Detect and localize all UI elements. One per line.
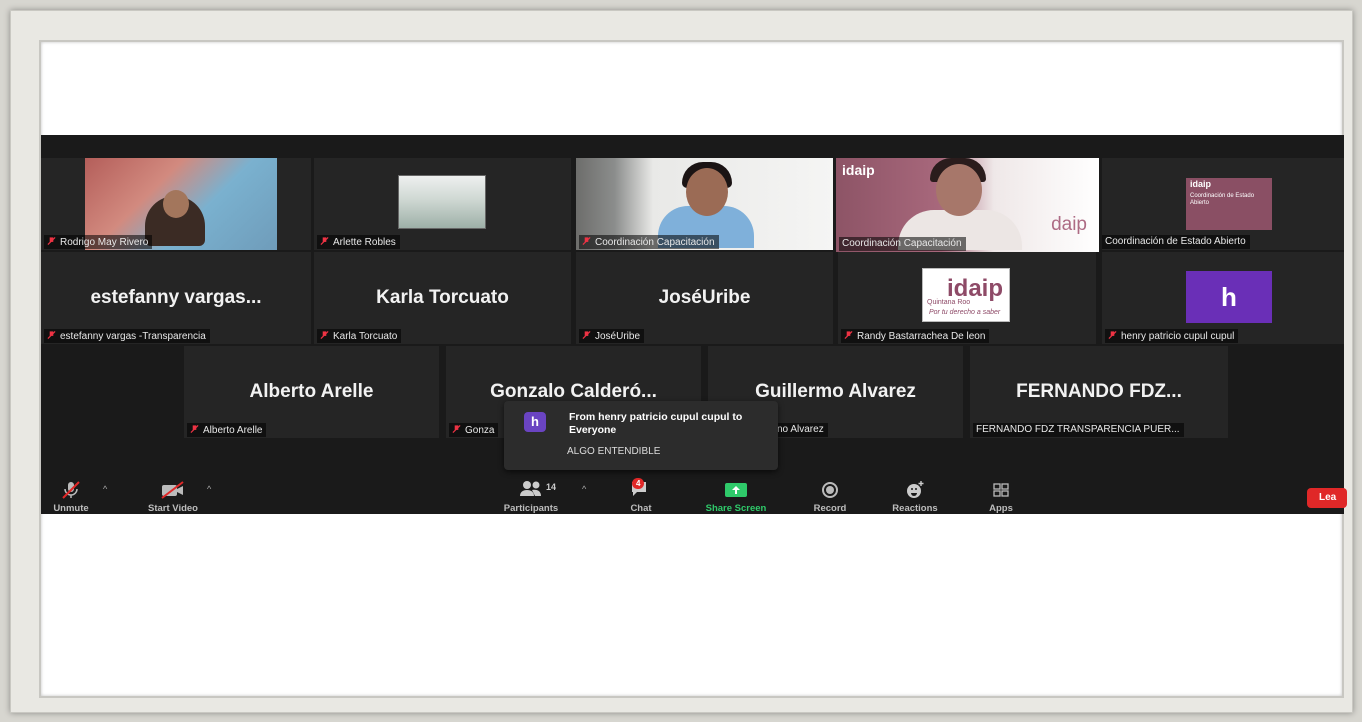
- idaip-logo: idaip: [842, 162, 875, 178]
- participant-display-name: estefanny vargas...: [90, 287, 262, 308]
- muted-mic-icon: [1108, 330, 1117, 340]
- participant-name-label: JoséUribe: [579, 329, 645, 343]
- participant-display-name: Karla Torcuato: [376, 287, 509, 308]
- participants-button[interactable]: 14 Participants: [491, 480, 571, 514]
- participants-options-caret[interactable]: ^: [582, 484, 586, 494]
- video-tile-estado-abierto[interactable]: idaip Coordinación de Estado Abierto Coor…: [1102, 158, 1344, 250]
- share-screen-icon: [725, 483, 747, 497]
- record-button[interactable]: Record: [804, 480, 856, 514]
- participants-icon: [520, 481, 541, 496]
- audio-options-caret[interactable]: ^: [103, 484, 107, 494]
- participant-name-label: Rodrigo May Rivero: [44, 235, 153, 249]
- muted-mic-icon: [320, 330, 329, 340]
- estado-abierto-card: idaip Coordinación de Estado Abierto: [1186, 178, 1272, 230]
- apps-icon: [993, 483, 1009, 497]
- chat-sender-text: From henry patricio cupul cupul to Every…: [569, 411, 743, 436]
- muted-mic-icon: [47, 330, 56, 340]
- participant-name-label: Karla Torcuato: [317, 329, 402, 343]
- reactions-button[interactable]: Reactions: [883, 480, 947, 514]
- participants-count: 14: [546, 482, 557, 492]
- chat-button[interactable]: 4 Chat: [619, 478, 663, 514]
- video-tile-rodrigo[interactable]: Rodrigo May Rivero: [41, 158, 311, 250]
- participant-thumbnail: [398, 175, 486, 229]
- video-tile-henry[interactable]: h henry patricio cupul cupul: [1102, 252, 1344, 344]
- muted-mic-icon: [582, 236, 591, 246]
- muted-mic-icon: [452, 424, 461, 434]
- muted-mic-icon: [582, 330, 591, 340]
- start-video-button[interactable]: Start Video: [133, 480, 213, 514]
- video-off-icon: [161, 481, 184, 499]
- muted-mic-icon: [62, 481, 80, 499]
- video-tile-coordinacion-capacitacion-active[interactable]: idaip daip Coordinación Capacitación: [836, 158, 1099, 252]
- sender-avatar: h: [524, 412, 546, 432]
- participant-name-label: Randy Bastarrachea De leon: [841, 329, 990, 343]
- video-options-caret[interactable]: ^: [207, 484, 211, 494]
- reactions-icon: [907, 481, 924, 498]
- chat-message-text: ALGO ENTENDIBLE: [567, 446, 661, 457]
- participant-name-label: FERNANDO FDZ TRANSPARENCIA PUER...: [973, 423, 1184, 437]
- participant-name-label: henry patricio cupul cupul: [1105, 329, 1239, 343]
- video-tile-coordinacion-capacitacion-1[interactable]: Coordinación Capacitación: [576, 158, 833, 250]
- participant-name-label: Arlette Robles: [317, 235, 400, 249]
- chat-notification-popup[interactable]: h From henry patricio cupul cupul to Eve…: [504, 401, 778, 470]
- participant-display-name: Gonzalo Calderó...: [490, 381, 657, 402]
- video-tile-estefanny[interactable]: estefanny vargas... estefanny vargas -Tr…: [41, 252, 311, 344]
- muted-mic-icon: [190, 424, 199, 434]
- unmute-button[interactable]: Unmute: [41, 480, 101, 514]
- participant-name-label: Coordinación Capacitación: [579, 235, 719, 249]
- video-tile-karla[interactable]: Karla Torcuato Karla Torcuato: [314, 252, 571, 344]
- video-tile-alberto[interactable]: Alberto Arelle Alberto Arelle: [184, 346, 439, 438]
- share-screen-button[interactable]: Share Screen: [691, 480, 781, 514]
- video-tile-arlette[interactable]: Arlette Robles: [314, 158, 571, 250]
- idaip-logo-card: idaip Quintana Roo Por tu derecho a sabe…: [922, 268, 1010, 322]
- record-icon: [822, 482, 838, 498]
- participant-display-name: Alberto Arelle: [249, 381, 374, 402]
- participant-name-label: Coordinación Capacitación: [839, 237, 966, 251]
- participant-display-name: FERNANDO FDZ...: [1016, 381, 1182, 402]
- video-tile-randy[interactable]: idaip Quintana Roo Por tu derecho a sabe…: [838, 252, 1096, 344]
- participant-name-label: Coordinación de Estado Abierto: [1102, 235, 1250, 249]
- participant-display-name: JoséUribe: [658, 287, 751, 308]
- muted-mic-icon: [844, 330, 853, 340]
- idaip-logo-background: daip: [1051, 214, 1087, 235]
- video-tile-fernando[interactable]: FERNANDO FDZ... FERNANDO FDZ TRANSPARENC…: [970, 346, 1228, 438]
- muted-mic-icon: [320, 236, 329, 246]
- participant-avatar: h: [1186, 271, 1272, 323]
- meeting-toolbar: Unmute ^ Start Video ^ 14 Participants ^…: [41, 476, 1347, 514]
- participant-name-label: Gonza: [449, 423, 499, 437]
- participant-name-label: estefanny vargas -Transparencia: [44, 329, 210, 343]
- video-tile-jose-uribe[interactable]: JoséUribe JoséUribe: [576, 252, 833, 344]
- leave-button[interactable]: Lea: [1307, 488, 1347, 508]
- participant-name-label: no Alvarez: [774, 423, 828, 437]
- apps-button[interactable]: Apps: [981, 480, 1021, 514]
- participant-name-label: Alberto Arelle: [187, 423, 267, 437]
- muted-mic-icon: [47, 236, 56, 246]
- participant-display-name: Guillermo Alvarez: [755, 381, 916, 402]
